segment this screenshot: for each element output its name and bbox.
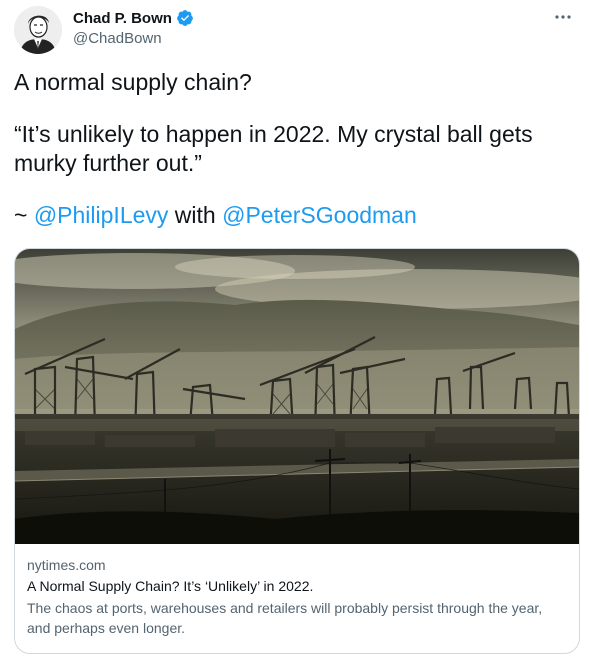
- tweet-text: A normal supply chain? “It’s unlikely to…: [14, 68, 570, 230]
- card-meta: nytimes.com A Normal Supply Chain? It’s …: [15, 544, 579, 638]
- card-title: A Normal Supply Chain? It’s ‘Unlikely’ i…: [27, 578, 314, 594]
- author-display-name[interactable]: Chad P. Bown: [73, 10, 172, 27]
- tweet: Chad P. Bown @ChadBown A normal supply c…: [0, 0, 590, 663]
- tweet-quote: “It’s unlikely to happen in 2022. My cry…: [14, 121, 533, 176]
- author-avatar[interactable]: [14, 6, 62, 54]
- author-handle[interactable]: @ChadBown: [73, 30, 162, 47]
- mention-petersgoodman[interactable]: @PeterSGoodman: [222, 202, 417, 228]
- tweet-attribution: ~ @PhilipILevy with @PeterSGoodman: [14, 201, 570, 230]
- more-options-button[interactable]: [548, 6, 578, 28]
- card-description: The chaos at ports, warehouses and retai…: [27, 600, 543, 636]
- verified-badge-icon: [176, 9, 194, 27]
- card-domain: nytimes.com: [27, 557, 106, 573]
- attribution-connector: with: [168, 202, 223, 228]
- mention-philiplevy[interactable]: @PhilipILevy: [34, 202, 169, 228]
- link-preview-card[interactable]: nytimes.com A Normal Supply Chain? It’s …: [14, 248, 580, 654]
- port-cranes-photo: [15, 249, 579, 544]
- attribution-prefix: ~: [14, 202, 34, 228]
- more-horizontal-icon: [555, 15, 571, 19]
- author-name-row: Chad P. Bown: [73, 9, 194, 27]
- tweet-line-question: A normal supply chain?: [14, 69, 252, 95]
